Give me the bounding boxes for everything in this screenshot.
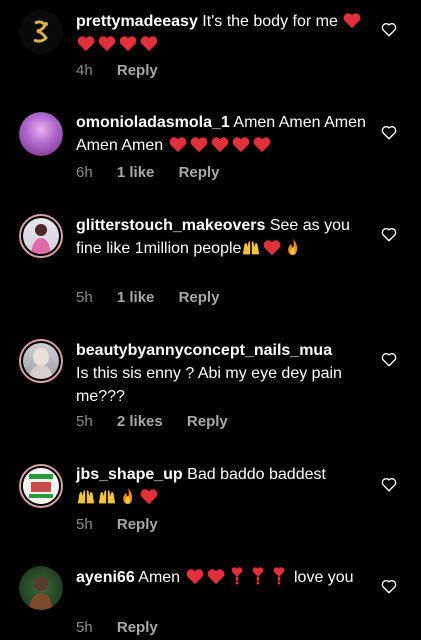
raised-hands-emoji-icon [243,241,260,255]
comment-meta: 5h 1 like Reply [76,289,239,306]
reply-button[interactable]: Reply [179,289,220,306]
likes-count[interactable]: 1 like [117,164,155,181]
comment-username[interactable]: beautybyannyconcept_nails_mua [76,342,332,359]
avatar[interactable] [19,112,63,156]
comment-text: ayeni66 Amen love you [76,566,366,589]
avatar[interactable] [19,10,63,54]
comment-text: beautybyannyconcept_nails_mua Is this si… [76,339,366,408]
heart-emoji-icon [211,137,228,153]
reply-button[interactable]: Reply [117,619,158,636]
comment-time: 5h [76,413,93,430]
comment-username[interactable]: omonioladasmola_1 [76,114,230,131]
person-photo [31,224,51,254]
heart-exclamation-emoji-icon [231,567,242,585]
heart-emoji-icon [77,36,95,52]
comment-time: 5h [76,289,93,306]
fire-emoji-icon [123,487,133,505]
comment-text: prettymadeeasy It's the body for me [76,10,366,56]
heart-emoji-icon [343,13,361,29]
comment-meta: 6h 1 like Reply [76,164,239,181]
raised-hands-emoji-icon [77,490,95,504]
comment-username[interactable]: jbs_shape_up [76,466,183,483]
comment-time: 4h [76,62,93,79]
logo-icon [23,468,59,504]
fire-emoji-icon [288,238,298,256]
avatar[interactable] [19,214,63,258]
heart-emoji-icon [190,137,207,153]
avatar[interactable] [19,339,63,383]
like-heart-icon[interactable] [380,350,398,368]
person-photo [29,577,53,610]
comment-body-end: love you [293,569,354,586]
logo-icon [19,10,63,54]
avatar[interactable] [19,566,63,610]
raised-hands-emoji-icon [98,490,116,504]
like-heart-icon[interactable] [380,475,398,493]
heart-emoji-icon [119,36,137,52]
comment-time: 5h [76,619,93,636]
heart-emoji-icon [169,137,186,153]
heart-emoji-icon [264,240,281,256]
comment-time: 5h [76,516,93,533]
reply-button[interactable]: Reply [179,164,220,181]
like-heart-icon[interactable] [380,123,398,141]
comment-time: 6h [76,164,93,181]
comment-username[interactable]: glitterstouch_makeovers [76,217,265,234]
heart-emoji-icon [253,137,270,153]
like-heart-icon[interactable] [380,225,398,243]
heart-emoji-icon [232,137,249,153]
reply-button[interactable]: Reply [187,413,228,430]
avatar[interactable] [19,464,63,508]
reply-button[interactable]: Reply [117,62,158,79]
comment-text: glitterstouch_makeovers See as you fine … [76,214,366,260]
comment-body: It's the body for me [202,13,338,30]
comment-username[interactable]: ayeni66 [76,569,135,586]
comment-meta: 4h Reply [76,62,178,79]
likes-count[interactable]: 2 likes [117,413,163,430]
person-photo [29,348,53,379]
likes-count[interactable]: 1 like [117,289,155,306]
heart-emoji-icon [98,36,116,52]
heart-emoji-icon [140,489,158,505]
heart-exclamation-emoji-icon [252,567,263,585]
comment-meta: 5h Reply [76,516,178,533]
reply-button[interactable]: Reply [117,516,158,533]
heart-emoji-icon [140,36,158,52]
comment-meta: 5h Reply [76,619,178,636]
comment-body: Amen [138,569,181,586]
comment-username[interactable]: prettymadeeasy [76,13,198,30]
comment-body: Bad baddo baddest [187,466,326,483]
heart-emoji-icon [207,569,224,585]
comment-meta: 5h 2 likes Reply [76,413,248,430]
comment-text: omonioladasmola_1 Amen Amen Amen Amen Am… [76,111,366,157]
like-heart-icon[interactable] [380,577,398,595]
comment-text: jbs_shape_up Bad baddo baddest [76,463,366,509]
heart-emoji-icon [186,569,203,585]
heart-exclamation-emoji-icon [273,567,284,585]
like-heart-icon[interactable] [380,20,398,38]
comment-body: Is this sis enny ? Abi my eye dey pain m… [76,365,342,405]
